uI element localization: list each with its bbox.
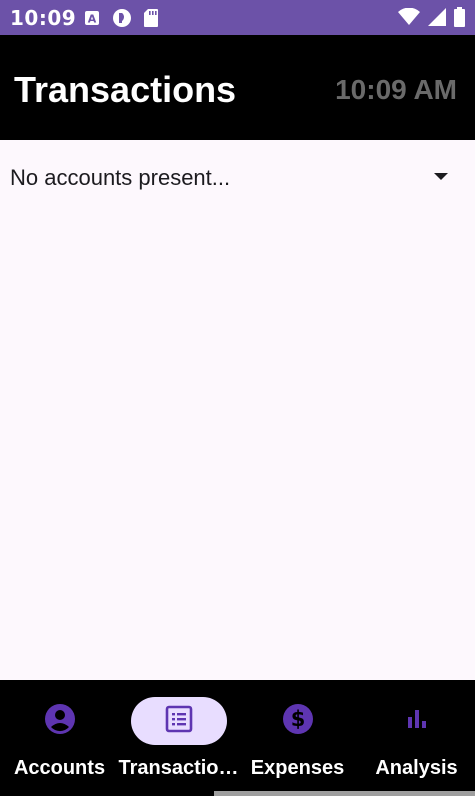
status-bar: 10:09 A bbox=[0, 0, 475, 35]
nav-item-accounts[interactable]: Accounts bbox=[0, 680, 119, 796]
status-icons-right bbox=[398, 7, 465, 32]
nav-item-expenses[interactable]: $ Expenses bbox=[238, 680, 357, 796]
dropdown-arrow-icon bbox=[434, 173, 448, 180]
list-icon bbox=[165, 705, 193, 738]
nav-label-transactions: Transactio… bbox=[118, 757, 239, 779]
sync-icon bbox=[112, 8, 132, 33]
font-a-icon: A bbox=[84, 10, 100, 31]
signal-icon bbox=[428, 8, 446, 31]
nav-label-expenses: Expenses bbox=[250, 757, 345, 779]
wifi-icon bbox=[398, 7, 420, 31]
app-bar: Transactions 10:09 AM bbox=[0, 35, 475, 140]
nav-pill-transactions bbox=[130, 697, 227, 745]
nav-pill-expenses: $ bbox=[250, 697, 346, 745]
nav-item-analysis[interactable]: Analysis bbox=[357, 680, 475, 796]
account-selector-text: No accounts present... bbox=[10, 165, 231, 190]
app-clock: 10:09 AM bbox=[335, 74, 457, 105]
dollar-icon: $ bbox=[282, 703, 314, 740]
sd-card-icon bbox=[144, 9, 158, 32]
svg-text:A: A bbox=[88, 13, 97, 26]
account-selector-dropdown[interactable]: No accounts present... bbox=[0, 140, 475, 216]
battery-icon bbox=[454, 7, 465, 32]
nav-pill-accounts bbox=[12, 697, 108, 745]
nav-item-transactions[interactable]: Transactio… bbox=[118, 680, 239, 796]
bar-chart-icon bbox=[404, 706, 430, 737]
home-indicator[interactable] bbox=[214, 791, 475, 796]
status-time: 10:09 bbox=[10, 6, 77, 30]
nav-label-analysis: Analysis bbox=[375, 757, 458, 779]
page-title: Transactions bbox=[14, 69, 237, 110]
account-circle-icon bbox=[44, 703, 76, 740]
nav-label-accounts: Accounts bbox=[13, 757, 106, 779]
status-icons-left: A bbox=[84, 8, 158, 33]
svg-text:$: $ bbox=[290, 707, 305, 731]
bottom-navigation: Accounts Transactio… $ Expenses Analysis bbox=[0, 680, 475, 796]
nav-pill-analysis bbox=[369, 697, 465, 745]
